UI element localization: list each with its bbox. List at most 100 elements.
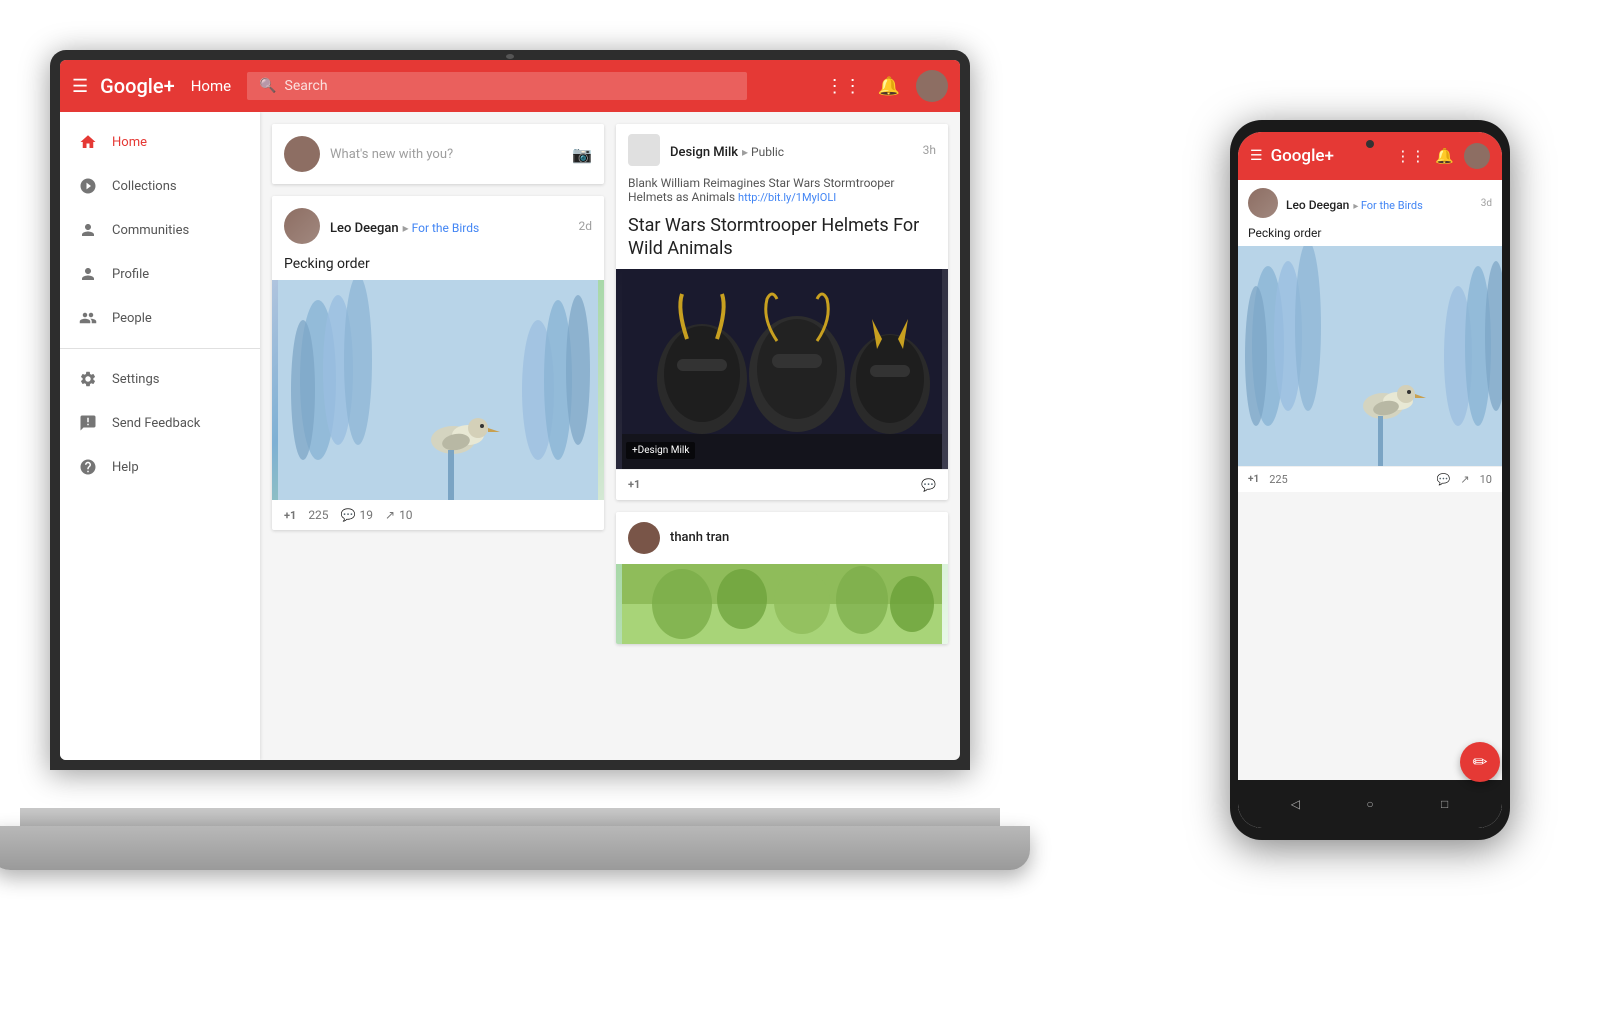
user-avatar[interactable] [916,70,948,102]
user-avatar-small [284,136,320,172]
post2-reactions: +1 💬 [616,469,948,500]
comment-action[interactable]: 💬 19 [341,508,373,522]
phone-post-image [1238,246,1502,466]
feed-left-column: What's new with you? 📷 [272,124,604,748]
post2-arrow: ▸ [742,145,751,159]
pencil-icon: ✏ [1472,752,1487,773]
phone-plus-one[interactable]: +1 [1248,474,1259,485]
phone-screen: ☰ Google+ ⋮⋮ 🔔 Leo Deegan [1238,132,1502,828]
plus-one-action[interactable]: +1 [284,509,296,522]
design-milk-name-row: Design Milk ▸ Public [670,141,784,160]
design-milk-time: 3h [923,143,936,157]
post-card-thanh: thanh tran [616,512,948,644]
post-title: Pecking order [272,256,604,280]
sidebar-item-label: Collections [112,179,177,194]
post-card-design-milk: Design Milk ▸ Public 3h Blan [616,124,948,500]
topbar: ☰ Google+ Home 🔍 Search ⋮⋮ 🔔 [60,60,960,112]
laptop-screen: ☰ Google+ Home 🔍 Search ⋮⋮ 🔔 [60,60,960,760]
share-count: 10 [399,508,413,522]
phone-post-circle[interactable]: For the Birds [1361,199,1423,212]
sidebar-item-label: Home [112,135,147,150]
recent-button[interactable]: □ [1435,794,1455,814]
gplus-logo: Google+ [100,74,175,98]
whats-new-card[interactable]: What's new with you? 📷 [272,124,604,184]
sidebar-divider [60,348,260,349]
topbar-right-actions: ⋮⋮ 🔔 [826,70,948,102]
phone-author-row: Leo Deegan ▸ For the Birds [1286,194,1423,213]
phone-post-time: 3d [1481,198,1492,209]
whats-new-placeholder[interactable]: What's new with you? [330,147,562,162]
phone-bell-icon[interactable]: 🔔 [1435,147,1454,165]
share-action[interactable]: ↗ 10 [385,508,413,522]
phone-post-title: Pecking order [1238,226,1502,246]
phone-post-header: Leo Deegan ▸ For the Birds 3d [1238,180,1502,226]
sidebar-item-home[interactable]: Home [60,120,260,164]
topbar-home-label[interactable]: Home [191,77,231,95]
sidebar-item-collections[interactable]: Collections [60,164,260,208]
scene: ☰ Google+ Home 🔍 Search ⋮⋮ 🔔 [0,0,1600,1020]
sidebar-item-send-feedback[interactable]: Send Feedback [60,401,260,445]
design-milk-circle: Public [751,145,784,159]
thanh-name: thanh tran [670,530,729,545]
post-circle[interactable]: For the Birds [412,221,480,235]
phone-comment-icon[interactable]: 💬 [1437,473,1451,486]
post-arrow: ▸ [403,221,412,235]
search-bar[interactable]: 🔍 Search [247,72,747,100]
search-icon: 🔍 [259,78,276,94]
sidebar-item-label: People [112,311,152,326]
phone-hamburger-icon[interactable]: ☰ [1250,148,1263,164]
gplus-desktop-app: ☰ Google+ Home 🔍 Search ⋮⋮ 🔔 [60,60,960,760]
phone-post-avatar [1248,188,1278,218]
sidebar-item-settings[interactable]: Settings [60,357,260,401]
post-image-bird [272,280,604,500]
laptop-camera [506,54,514,59]
phone-navbar: ◁ ○ □ [1238,780,1502,828]
logo-text: Google+ [100,74,175,98]
back-button[interactable]: ◁ [1285,794,1305,814]
apps-icon[interactable]: ⋮⋮ [826,76,862,97]
home-button[interactable]: ○ [1360,794,1380,814]
plus-one-icon: +1 [284,509,296,522]
laptop-body: ☰ Google+ Home 🔍 Search ⋮⋮ 🔔 [50,50,970,770]
sidebar: Home Collections [60,112,260,760]
phone-post-author: Leo Deegan [1286,198,1349,212]
post2-comment-icon[interactable]: 💬 [921,478,936,492]
phone-post-actions: +1 225 💬 ↗ 10 [1238,466,1502,492]
thanh-image [616,564,948,644]
camera-icon[interactable]: 📷 [572,145,592,164]
post2-subtitle: Blank William Reimagines Star Wars Storm… [616,176,948,210]
people-icon [76,306,100,330]
sidebar-item-label: Profile [112,267,149,282]
phone-body: ☰ Google+ ⋮⋮ 🔔 Leo Deegan [1230,120,1510,840]
feed-right-column: Design Milk ▸ Public 3h Blan [616,124,948,748]
sidebar-item-profile[interactable]: Profile [60,252,260,296]
phone-camera [1366,140,1374,148]
sidebar-item-help[interactable]: Help [60,445,260,489]
comment-count: 19 [360,508,374,522]
home-icon [76,130,100,154]
notifications-icon[interactable]: 🔔 [878,76,900,97]
sidebar-item-label: Help [112,460,139,475]
sidebar-item-label: Settings [112,372,159,387]
post-actions: +1 225 💬 19 [272,500,604,530]
phone-user-avatar[interactable] [1464,143,1490,169]
post2-image-helmets: +Design Milk [616,269,948,469]
post-author-name: Leo Deegan [330,221,399,236]
fab-compose[interactable]: ✏ [1460,742,1500,782]
phone-apps-icon[interactable]: ⋮⋮ [1395,147,1425,165]
collections-icon [76,174,100,198]
plus-count-value: 225 [308,508,328,522]
plus-count[interactable]: 225 [308,508,328,522]
hamburger-icon[interactable]: ☰ [72,76,88,97]
sidebar-item-label: Communities [112,223,189,238]
phone-post-card: Leo Deegan ▸ For the Birds 3d Pecking or… [1238,180,1502,492]
post2-link[interactable]: http://bit.ly/1MyIOLI [738,191,836,204]
main-content: Home Collections [60,112,960,760]
phone-share-count: 10 [1480,473,1492,486]
settings-icon [76,367,100,391]
sidebar-item-communities[interactable]: Communities [60,208,260,252]
phone-share-icon[interactable]: ↗ [1460,473,1469,486]
post-card-leo: Leo Deegan ▸ For the Birds 2d Pecking or… [272,196,604,530]
post2-plus-one[interactable]: +1 [628,478,640,491]
sidebar-item-people[interactable]: People [60,296,260,340]
